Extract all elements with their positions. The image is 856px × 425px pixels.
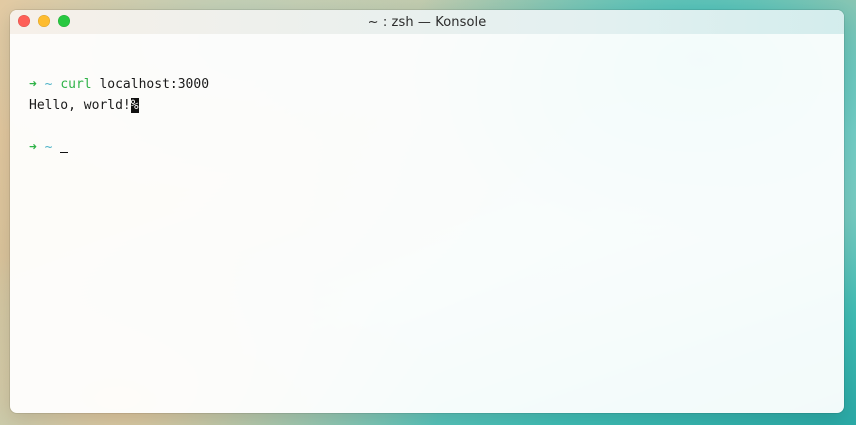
command-line: ➜ ~ curl localhost:3000 [29, 74, 844, 95]
output-line: Hello, world!% [29, 95, 844, 116]
no-newline-marker: % [130, 98, 139, 113]
active-prompt-line[interactable]: ➜ ~ [29, 137, 844, 158]
prompt-directory: ~ [44, 140, 53, 155]
text-cursor [60, 152, 69, 153]
konsole-window: ~ : zsh — Konsole ➜ ~ curl localhost:300… [10, 10, 844, 413]
command-output: Hello, world! [29, 98, 131, 113]
minimize-button[interactable] [38, 15, 50, 27]
close-button[interactable] [18, 15, 30, 27]
prompt-arrow-icon: ➜ [29, 140, 37, 155]
prompt-directory: ~ [44, 77, 53, 92]
prompt-arrow-icon: ➜ [29, 77, 37, 92]
window-controls [18, 15, 70, 27]
command-name: curl [60, 77, 92, 92]
command-arguments: localhost:3000 [99, 77, 210, 92]
maximize-button[interactable] [58, 15, 70, 27]
window-title: ~ : zsh — Konsole [367, 14, 487, 30]
title-bar[interactable]: ~ : zsh — Konsole [10, 10, 844, 34]
terminal-area[interactable]: ➜ ~ curl localhost:3000 Hello, world!% ➜ ~ [10, 34, 844, 413]
